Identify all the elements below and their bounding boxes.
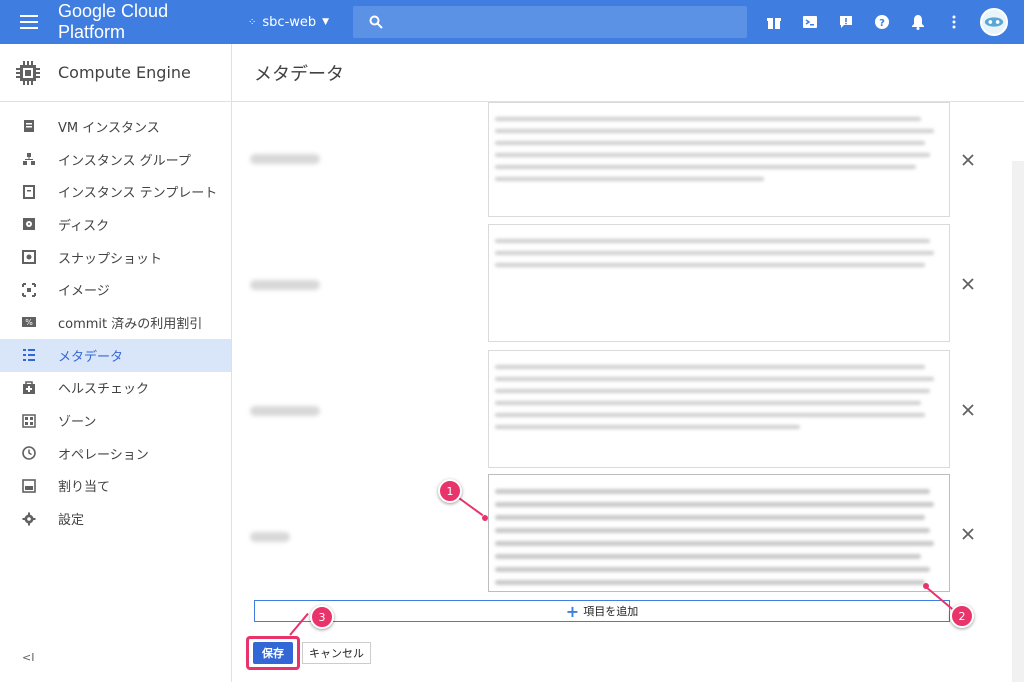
callout-dot [923, 583, 929, 589]
search-icon [369, 15, 383, 29]
main-content: メタデータ + 項目を追加 保存 キャンセル [232, 44, 1024, 682]
sidebar-item-settings[interactable]: 設定 [0, 502, 231, 535]
sidebar-item-health-checks[interactable]: ヘルスチェック [0, 372, 231, 405]
metadata-value-field[interactable] [488, 350, 950, 468]
vm-icon [22, 119, 36, 133]
sidebar-item-zones[interactable]: ゾーン [0, 404, 231, 437]
sidebar: Compute Engine VM インスタンス インスタンス グループ インス… [0, 44, 232, 682]
top-app-bar: Google Cloud Platform ⁘ sbc-web ▼ ? [0, 0, 1024, 44]
close-icon [962, 154, 974, 166]
sidebar-item-label: 設定 [58, 513, 85, 529]
sidebar-item-label: ヘルスチェック [58, 382, 150, 398]
sidebar-item-metadata[interactable]: メタデータ [0, 338, 231, 372]
clock-icon [22, 446, 36, 461]
sidebar-item-disks[interactable]: ディスク [0, 208, 231, 241]
save-button-highlight: 保存 [246, 636, 300, 670]
delete-row-button[interactable] [958, 274, 978, 294]
sidebar-item-label: メタデータ [58, 349, 124, 365]
callout-3: 3 [310, 605, 334, 629]
quota-icon [22, 479, 36, 493]
search-bar[interactable] [353, 6, 747, 38]
sidebar-item-instance-templates[interactable]: インスタンス テンプレート [0, 175, 231, 208]
page-title: メタデータ [232, 44, 1024, 102]
callout-1: 1 [438, 479, 462, 503]
gift-icon[interactable] [756, 0, 792, 44]
sidebar-item-label: オペレーション [58, 447, 149, 463]
avatar[interactable] [980, 8, 1008, 36]
metadata-key-field[interactable] [250, 406, 320, 416]
sidebar-item-label: VM インスタンス [58, 120, 160, 136]
metadata-row [232, 350, 1012, 470]
project-name: sbc-web [262, 14, 317, 30]
cancel-button[interactable]: キャンセル [302, 642, 371, 664]
add-item-label: 項目を追加 [583, 605, 639, 618]
scrollbar[interactable] [1012, 161, 1024, 682]
metadata-key-field[interactable] [250, 280, 320, 290]
sidebar-item-label: ゾーン [58, 415, 97, 431]
sidebar-item-label: イメージ [58, 284, 110, 300]
metadata-key-field[interactable] [250, 154, 320, 164]
svg-text:?: ? [879, 18, 885, 29]
close-icon [962, 528, 974, 540]
add-item-button[interactable]: + 項目を追加 [254, 600, 950, 622]
sidebar-item-label: インスタンス グループ [58, 153, 191, 169]
metadata-icon [22, 348, 36, 362]
metadata-value-field[interactable] [488, 102, 950, 217]
sidebar-nav: VM インスタンス インスタンス グループ インスタンス テンプレート ディスク… [0, 102, 231, 535]
percent-icon: % [22, 315, 36, 329]
sidebar-item-label: commit 済みの利用割引 [58, 316, 203, 332]
chevron-down-icon: ▼ [322, 17, 330, 27]
product-name[interactable]: Google Cloud Platform [58, 1, 238, 43]
snapshot-icon [22, 250, 36, 265]
disk-icon [22, 217, 36, 231]
metadata-value-field[interactable] [488, 224, 950, 342]
feedback-icon[interactable] [828, 0, 864, 44]
sidebar-item-label: インスタンス テンプレート [58, 186, 218, 202]
compute-engine-icon [16, 60, 40, 85]
sidebar-item-images[interactable]: イメージ [0, 273, 231, 306]
sidebar-title: Compute Engine [58, 63, 191, 82]
notifications-icon[interactable] [900, 0, 936, 44]
sidebar-header: Compute Engine [0, 44, 231, 102]
metadata-key-field[interactable] [250, 532, 290, 542]
close-icon [962, 278, 974, 290]
gear-icon [22, 512, 36, 526]
metadata-row [232, 474, 1012, 594]
template-icon [22, 184, 36, 199]
more-vert-icon[interactable] [936, 0, 972, 44]
menu-icon[interactable] [0, 0, 58, 44]
metadata-row [232, 224, 1012, 344]
sidebar-item-label: 割り当て [58, 480, 111, 496]
sidebar-item-quotas[interactable]: 割り当て [0, 470, 231, 503]
svg-text:%: % [25, 318, 33, 327]
collapse-sidebar-button[interactable]: <I [22, 651, 34, 664]
delete-row-button[interactable] [958, 524, 978, 544]
delete-row-button[interactable] [958, 150, 978, 170]
sidebar-item-label: スナップショット [58, 251, 163, 267]
sidebar-item-vm-instances[interactable]: VM インスタンス [0, 110, 231, 143]
sidebar-item-snapshots[interactable]: スナップショット [0, 241, 231, 274]
image-icon [22, 282, 36, 297]
close-icon [962, 404, 974, 416]
zone-icon [22, 413, 36, 428]
sidebar-item-committed-use[interactable]: % commit 済みの利用割引 [0, 306, 231, 339]
help-icon[interactable]: ? [864, 0, 900, 44]
cloud-shell-icon[interactable] [792, 0, 828, 44]
sidebar-item-label: ディスク [58, 218, 110, 234]
metadata-value-field[interactable] [488, 474, 950, 592]
instance-group-icon [22, 152, 36, 166]
plus-icon: + [565, 601, 580, 621]
health-check-icon [22, 381, 36, 395]
sidebar-item-operations[interactable]: オペレーション [0, 437, 231, 470]
delete-row-button[interactable] [958, 400, 978, 420]
metadata-row [232, 102, 1012, 220]
callout-2: 2 [950, 604, 974, 628]
project-selector[interactable]: ⁘ sbc-web ▼ [248, 15, 348, 30]
callout-dot [482, 515, 488, 521]
sidebar-item-instance-groups[interactable]: インスタンス グループ [0, 143, 231, 176]
save-button[interactable]: 保存 [253, 642, 293, 664]
project-dots-icon: ⁘ [248, 16, 257, 28]
